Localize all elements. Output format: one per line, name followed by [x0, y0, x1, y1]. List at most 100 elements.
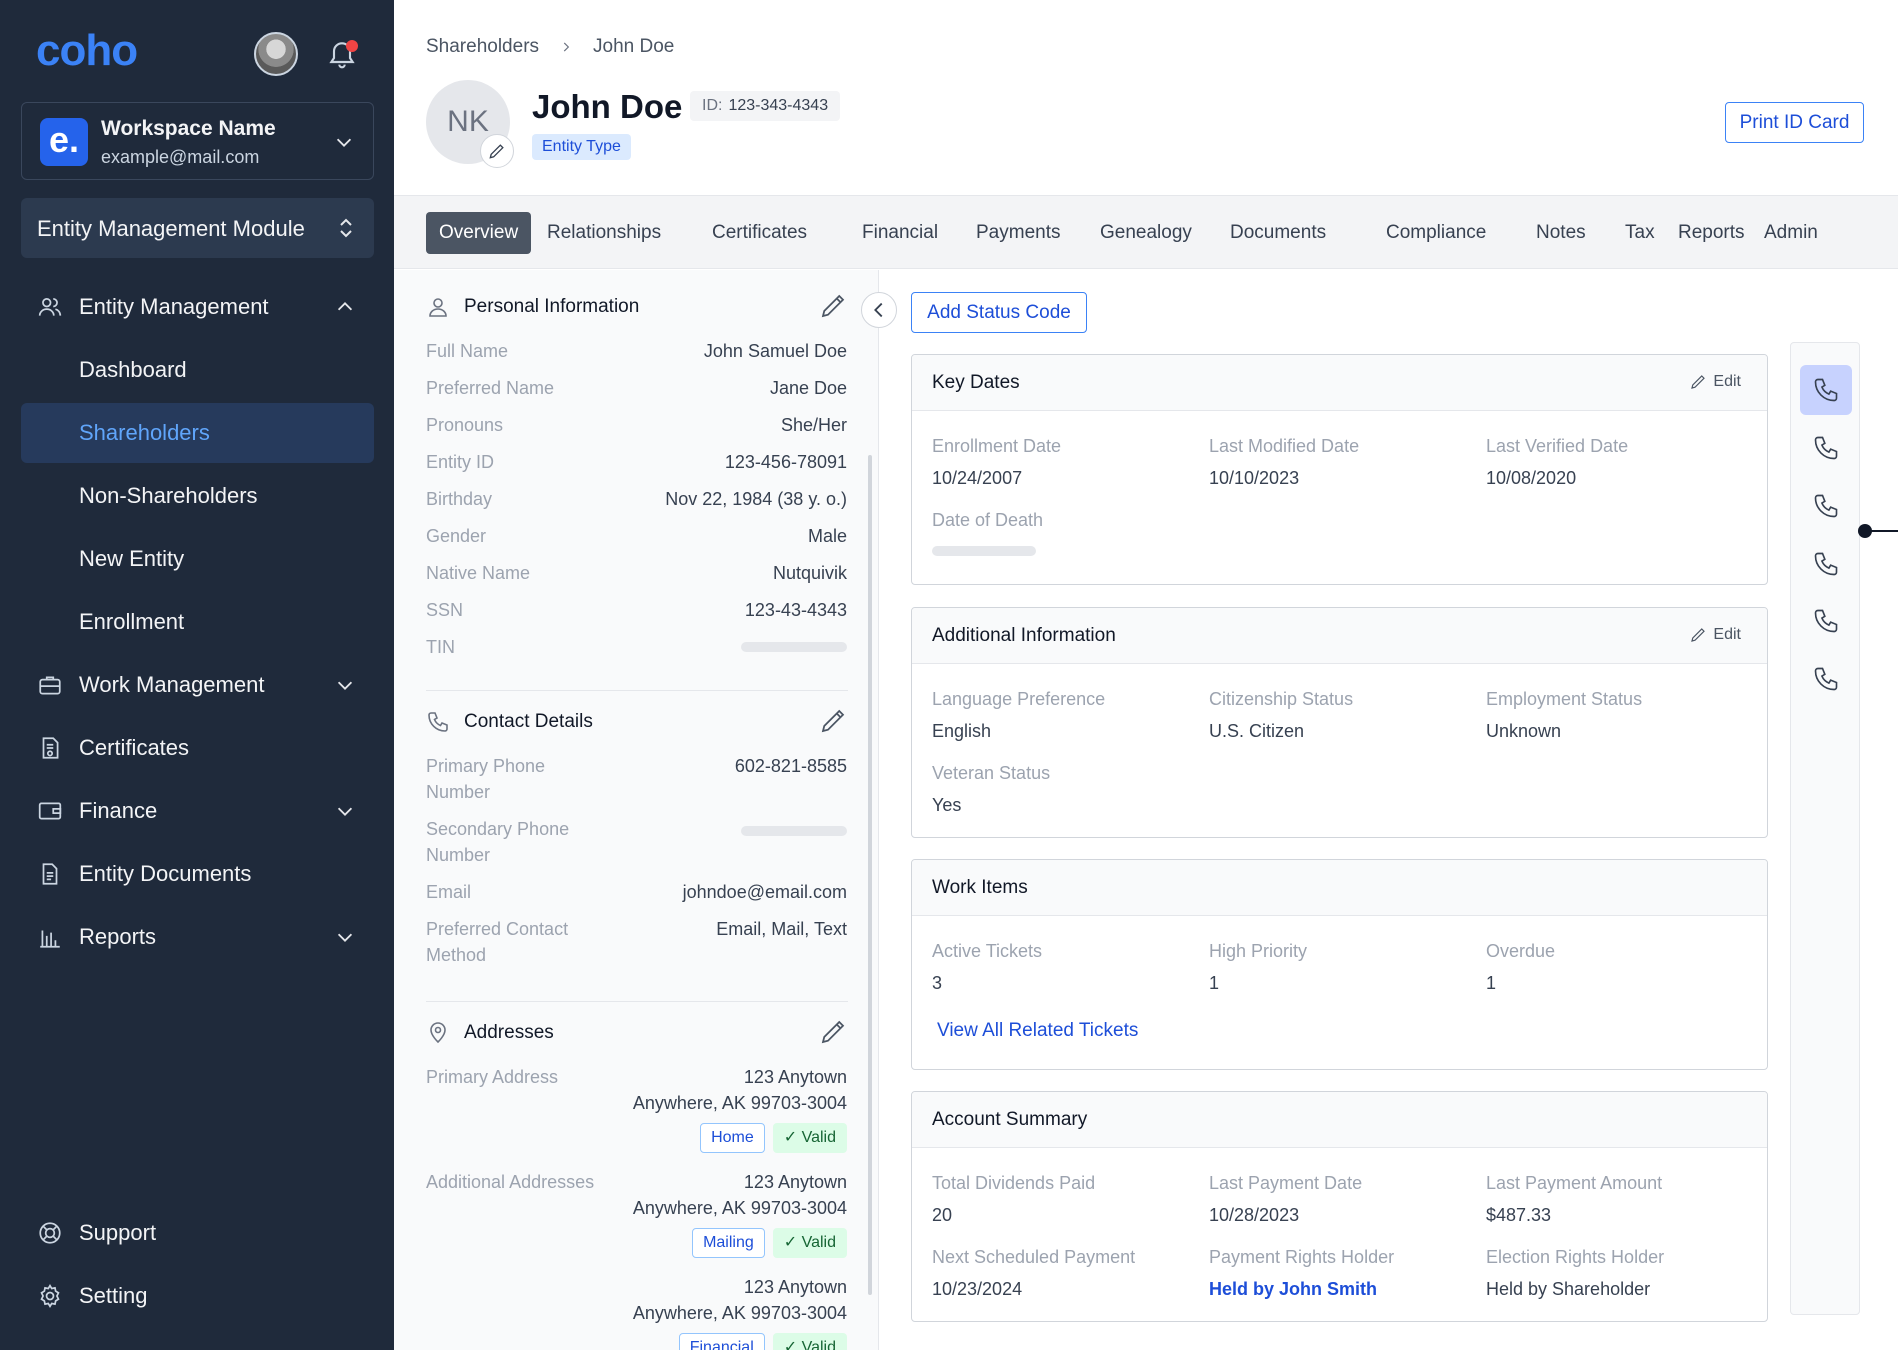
nav-finance[interactable]: Finance	[21, 781, 374, 841]
user-avatar[interactable]	[254, 32, 298, 76]
phone-button-3[interactable]	[1800, 481, 1852, 531]
nav-label: Shareholders	[79, 420, 210, 445]
map-pin-icon	[430, 1022, 446, 1044]
avatar-edit-button[interactable]	[480, 134, 514, 168]
chevron-down-icon	[336, 138, 352, 147]
address-tags: Mailing ✓ Valid	[692, 1228, 847, 1258]
field-label: SSN	[426, 600, 464, 620]
main-content: Shareholders John Doe NK John Doe ID: 123-…	[394, 0, 1898, 1350]
phone-button-2[interactable]	[1800, 423, 1852, 473]
nav-label: Certificates	[79, 735, 190, 760]
nav-dashboard[interactable]: Dashboard	[21, 340, 374, 400]
nav-label: Entity Documents	[79, 861, 252, 886]
breadcrumb: Shareholders John Doe	[426, 36, 674, 58]
field-value: 123-456-78091	[724, 452, 847, 472]
divider	[426, 690, 848, 691]
edit-pencil-icon[interactable]	[818, 706, 848, 736]
edit-button[interactable]: Edit	[1689, 626, 1741, 644]
field-value: 3	[932, 973, 943, 993]
nav-entity-management[interactable]: Entity Management	[21, 277, 374, 337]
print-id-card-button[interactable]: Print ID Card	[1725, 102, 1864, 143]
nav-reports[interactable]: Reports	[21, 907, 374, 967]
field-label: Total Dividends Paid	[932, 1173, 1096, 1193]
field-label: Election Rights Holder	[1486, 1247, 1665, 1267]
tab-compliance[interactable]: Compliance	[1373, 212, 1499, 254]
field-value: 10/08/2020	[1486, 468, 1577, 488]
nav-enrollment[interactable]: Enrollment	[21, 592, 374, 652]
field-label: High Priority	[1209, 941, 1308, 961]
scrollbar-thumb[interactable]	[868, 455, 872, 1295]
field-label: Employment Status	[1486, 689, 1643, 709]
nav-label: Non-Shareholders	[79, 483, 258, 508]
tab-relationships[interactable]: Relationships	[534, 212, 674, 254]
nav-shareholders[interactable]: Shareholders	[21, 403, 374, 463]
edit-pencil-icon[interactable]	[818, 291, 848, 321]
view-all-tickets-link[interactable]: View All Related Tickets	[937, 1020, 1138, 1042]
quick-action-rail	[1790, 342, 1860, 1315]
address-line1: 123 Anytown	[743, 1067, 847, 1087]
phone-button-4[interactable]	[1800, 539, 1852, 589]
nav-new-entity[interactable]: New Entity	[21, 529, 374, 589]
tab-reports[interactable]: Reports	[1665, 212, 1758, 254]
phone-button-6[interactable]	[1800, 654, 1852, 704]
module-selector[interactable]: Entity Management Module	[21, 198, 374, 258]
breadcrumb-shareholders[interactable]: Shareholders	[426, 36, 539, 58]
tab-overview[interactable]: Overview	[426, 212, 532, 254]
field-value: johndoe@email.com	[682, 882, 847, 902]
field-value: Male	[807, 526, 847, 546]
payment-rights-link[interactable]: Held by John Smith	[1209, 1279, 1377, 1300]
tab-payments[interactable]: Payments	[963, 212, 1073, 254]
nav-non-shareholders[interactable]: Non-Shareholders	[21, 466, 374, 526]
field-label: Last Verified Date	[1486, 436, 1629, 456]
id-label: ID:	[702, 97, 723, 114]
tab-notes[interactable]: Notes	[1523, 212, 1599, 254]
card-header: Account Summary	[912, 1092, 1767, 1148]
value-placeholder	[741, 826, 847, 836]
briefcase-icon	[39, 676, 61, 695]
workspace-switcher[interactable]: e. Workspace Name example@mail.com	[21, 102, 374, 180]
tab-certificates[interactable]: Certificates	[699, 212, 820, 254]
field-value: Email, Mail, Text	[716, 919, 847, 939]
tab-genealogy[interactable]: Genealogy	[1087, 212, 1205, 254]
field-value: Unknown	[1486, 721, 1562, 741]
nav-certificates[interactable]: Certificates	[21, 718, 374, 778]
field-label: Last Payment Date	[1209, 1173, 1363, 1193]
nav-label: Reports	[79, 924, 157, 949]
tab-admin[interactable]: Admin	[1751, 212, 1831, 254]
phone-icon	[1814, 494, 1838, 518]
field-label: Primary Address	[426, 1067, 559, 1087]
nav-entity-documents[interactable]: Entity Documents	[21, 844, 374, 904]
tab-tax[interactable]: Tax	[1612, 212, 1668, 254]
account-summary-card: Account Summary Total Dividends Paid 20 …	[911, 1091, 1768, 1322]
address-type-badge: Mailing	[692, 1228, 765, 1258]
pencil-icon	[489, 144, 504, 159]
edit-button[interactable]: Edit	[1689, 373, 1741, 391]
field-label: Email	[426, 882, 472, 902]
field-value: 10/24/2007	[932, 468, 1023, 488]
nav-work-management[interactable]: Work Management	[21, 655, 374, 715]
phone-icon	[428, 712, 448, 732]
valid-label: Valid	[801, 1129, 836, 1146]
valid-label: Valid	[801, 1234, 836, 1251]
address-block: 123 Anytown Anywhere, AK 99703-3004	[633, 1064, 847, 1116]
app-logo[interactable]: coho	[36, 26, 138, 76]
valid-label: Valid	[801, 1339, 836, 1350]
entity-type-badge: Entity Type	[532, 134, 631, 160]
field-value: 20	[932, 1205, 953, 1225]
nav-setting[interactable]: Setting	[21, 1266, 374, 1326]
add-status-code-button[interactable]: Add Status Code	[911, 292, 1087, 333]
field-label: Payment Rights Holder	[1209, 1247, 1395, 1267]
field-value: Held by Shareholder	[1486, 1279, 1651, 1299]
tab-documents[interactable]: Documents	[1217, 212, 1339, 254]
phone-button-5[interactable]	[1800, 596, 1852, 646]
field-value: Nutquivik	[772, 563, 847, 583]
tab-financial[interactable]: Financial	[849, 212, 951, 254]
field-value: 1	[1209, 973, 1220, 993]
nav-support[interactable]: Support	[21, 1203, 374, 1263]
edit-pencil-icon[interactable]	[818, 1017, 848, 1047]
field-label: Veteran Status	[932, 763, 1051, 783]
phone-button-1[interactable]	[1800, 365, 1852, 415]
field-value: 10/28/2023	[1209, 1205, 1300, 1225]
phone-icon	[1814, 667, 1838, 691]
collapse-panel-button[interactable]	[861, 292, 897, 328]
